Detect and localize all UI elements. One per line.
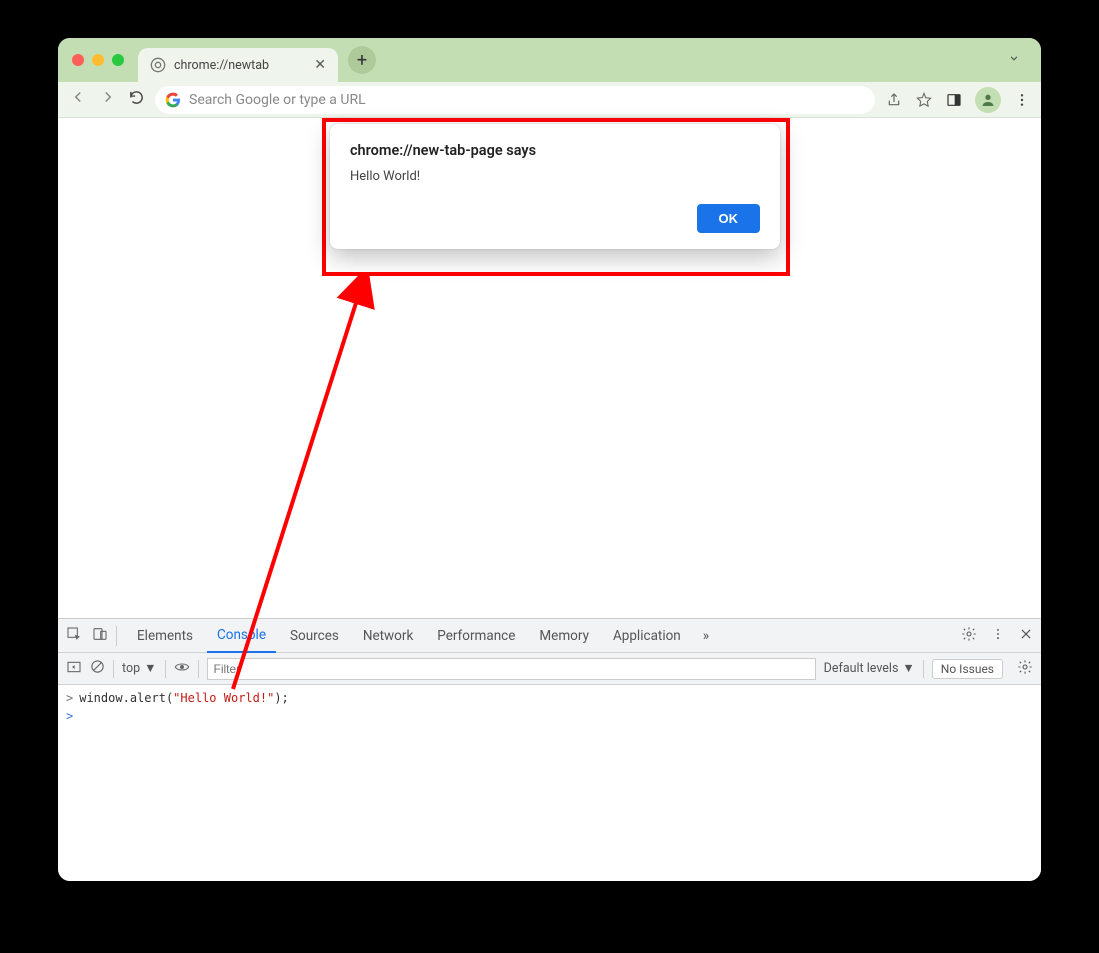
traffic-lights xyxy=(72,54,124,66)
devtools-panel: Elements Console Sources Network Perform… xyxy=(58,618,1041,881)
console-input-line[interactable]: > xyxy=(58,707,1041,725)
console-settings-icon[interactable] xyxy=(1017,659,1033,679)
tabs-overflow-icon[interactable]: » xyxy=(695,628,717,644)
titlebar: chrome://newtab ✕ + xyxy=(58,38,1041,82)
alert-message: Hello World! xyxy=(350,169,760,184)
devtools-kebab-icon[interactable] xyxy=(991,627,1005,645)
dropdown-triangle-icon: ▼ xyxy=(144,661,156,676)
window-minimize-button[interactable] xyxy=(92,54,104,66)
prompt-input-icon: > xyxy=(66,709,73,723)
devtools-settings-icon[interactable] xyxy=(961,626,977,646)
console-filter-input[interactable] xyxy=(207,658,816,680)
back-button[interactable] xyxy=(68,88,88,111)
page-content: chrome://new-tab-page says Hello World! … xyxy=(58,118,1041,618)
alert-title: chrome://new-tab-page says xyxy=(350,142,760,159)
console-line-executed: > window.alert("Hello World!"); xyxy=(58,689,1041,707)
tab-elements[interactable]: Elements xyxy=(127,620,203,652)
omnibox[interactable]: Search Google or type a URL xyxy=(155,86,875,114)
devtools-close-icon[interactable] xyxy=(1019,627,1033,645)
tab-application[interactable]: Application xyxy=(603,620,691,652)
reload-button[interactable] xyxy=(128,89,145,110)
devtools-tabbar: Elements Console Sources Network Perform… xyxy=(58,619,1041,653)
kebab-menu-icon[interactable] xyxy=(1013,91,1031,109)
toolbar: Search Google or type a URL xyxy=(58,82,1041,118)
toolbar-right xyxy=(885,87,1031,113)
inspect-element-icon[interactable] xyxy=(66,626,82,646)
console-output[interactable]: > window.alert("Hello World!"); > xyxy=(58,685,1041,881)
tab-title: chrome://newtab xyxy=(174,58,269,73)
tab-console[interactable]: Console xyxy=(207,619,276,653)
dropdown-triangle-icon: ▼ xyxy=(902,661,914,676)
console-code: window.alert("Hello World!"); xyxy=(79,691,289,705)
log-levels-selector[interactable]: Default levels ▼ xyxy=(824,661,915,676)
window-zoom-button[interactable] xyxy=(112,54,124,66)
browser-window: chrome://newtab ✕ + xyxy=(58,38,1041,881)
alert-ok-button[interactable]: OK xyxy=(697,204,761,233)
clear-console-icon[interactable] xyxy=(90,659,105,678)
prompt-executed-icon: > xyxy=(66,691,73,705)
console-toolbar: top ▼ Default levels ▼ No Issues xyxy=(58,653,1041,685)
side-panel-icon[interactable] xyxy=(945,91,963,109)
tab-close-icon[interactable]: ✕ xyxy=(314,57,326,73)
tab-performance[interactable]: Performance xyxy=(427,620,525,652)
tab-network[interactable]: Network xyxy=(353,620,423,652)
browser-tab[interactable]: chrome://newtab ✕ xyxy=(138,48,338,82)
forward-button[interactable] xyxy=(98,88,118,111)
live-expression-icon[interactable] xyxy=(174,659,190,679)
share-icon[interactable] xyxy=(885,91,903,109)
execution-context-selector[interactable]: top ▼ xyxy=(122,661,157,676)
google-icon xyxy=(165,92,181,108)
tab-memory[interactable]: Memory xyxy=(529,620,599,652)
profile-avatar-button[interactable] xyxy=(975,87,1001,113)
window-close-button[interactable] xyxy=(72,54,84,66)
issues-button[interactable]: No Issues xyxy=(932,659,1003,679)
chrome-favicon-icon xyxy=(150,57,166,73)
javascript-alert-dialog: chrome://new-tab-page says Hello World! … xyxy=(330,124,780,249)
device-toolbar-icon[interactable] xyxy=(92,626,108,646)
console-sidebar-toggle-icon[interactable] xyxy=(66,659,82,679)
tab-search-chevron-icon[interactable] xyxy=(1007,51,1027,69)
omnibox-placeholder: Search Google or type a URL xyxy=(189,92,366,108)
new-tab-button[interactable]: + xyxy=(348,46,376,74)
tab-sources[interactable]: Sources xyxy=(280,620,349,652)
bookmark-star-icon[interactable] xyxy=(915,91,933,109)
